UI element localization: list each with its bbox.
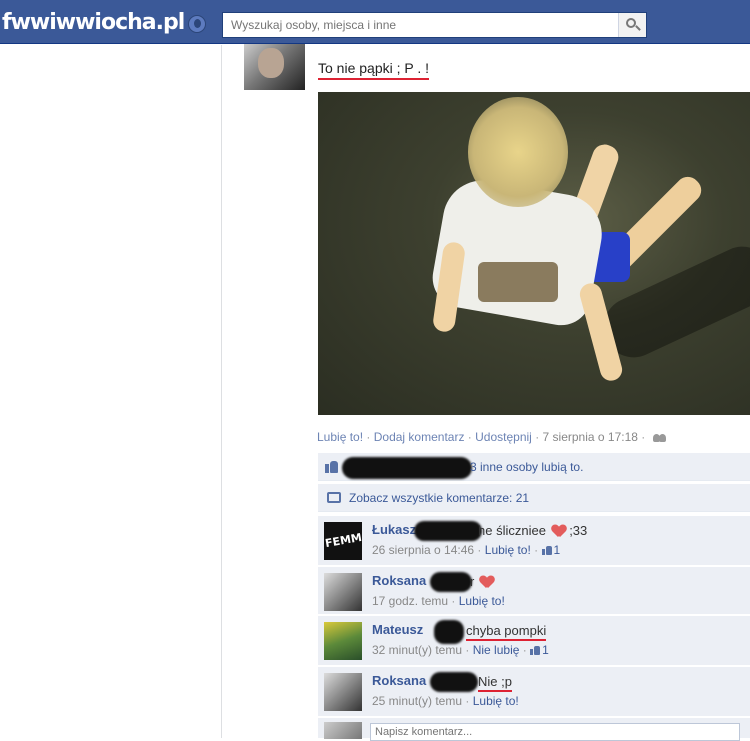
search-button[interactable] bbox=[618, 13, 646, 37]
comment-like-count[interactable]: 1 bbox=[530, 643, 549, 657]
commenter-name[interactable]: Roksana bbox=[372, 573, 426, 588]
comment-like-link[interactable]: Lubię to! bbox=[485, 543, 531, 557]
comment-meta: 17 godz. temu · Lubię to! bbox=[372, 594, 505, 608]
comment-body: he śliczniee ;33 bbox=[478, 523, 588, 538]
commenter-name[interactable]: Roksana bbox=[372, 673, 426, 688]
comment-time[interactable]: 17 godz. temu bbox=[372, 594, 448, 608]
globe-notifications-icon[interactable] bbox=[188, 15, 206, 33]
comment-item: Łukasz he śliczniee ;33 26 sierpnia o 14… bbox=[318, 515, 750, 565]
post-actions: Lubię to! · Dodaj komentarz · Udostępnij… bbox=[317, 430, 667, 444]
post-photo[interactable] bbox=[318, 92, 750, 415]
separator: · bbox=[465, 643, 473, 657]
separator: · bbox=[534, 543, 542, 557]
comment-bubble-icon bbox=[327, 492, 341, 503]
comment-item: Mateusz chyba pompki 32 minut(y) temu · … bbox=[318, 615, 750, 665]
separator: · bbox=[535, 430, 543, 444]
commenter-avatar[interactable] bbox=[324, 622, 362, 660]
commenter-name[interactable]: Łukasz bbox=[372, 522, 416, 537]
separator: · bbox=[465, 694, 473, 708]
thumbs-up-icon bbox=[325, 459, 339, 473]
commenter-avatar[interactable] bbox=[324, 522, 362, 560]
view-all-comments[interactable]: Zobacz wszystkie komentarze: 21 bbox=[318, 484, 750, 512]
comment-meta: 26 sierpnia o 14:46 · Lubię to! · 1 bbox=[372, 543, 560, 557]
comment-like-count[interactable]: 1 bbox=[541, 543, 560, 557]
separator: · bbox=[477, 543, 485, 557]
share-link[interactable]: Udostępnij bbox=[475, 430, 532, 444]
search-box bbox=[222, 12, 647, 38]
commenter-avatar[interactable] bbox=[324, 673, 362, 711]
post-timestamp[interactable]: 7 sierpnia o 17:18 bbox=[543, 430, 638, 444]
thumbs-up-icon bbox=[530, 645, 541, 655]
likes-summary: 3 inne osoby lubią to. bbox=[318, 453, 750, 481]
photo-shirt-print bbox=[478, 262, 558, 302]
like-link[interactable]: Lubię to! bbox=[317, 430, 363, 444]
add-comment-link[interactable]: Dodaj komentarz bbox=[374, 430, 465, 444]
comment-like-link[interactable]: Lubię to! bbox=[473, 694, 519, 708]
comment-body: chyba pompki bbox=[466, 623, 547, 641]
comment-time[interactable]: 25 minut(y) temu bbox=[372, 694, 462, 708]
commenter-name[interactable]: Mateusz bbox=[372, 622, 423, 637]
commenter-avatar[interactable] bbox=[324, 573, 362, 611]
heart-icon bbox=[552, 525, 566, 537]
heart-icon bbox=[480, 576, 494, 588]
comment-meta: 32 minut(y) temu · Nie lubię · 1 bbox=[372, 643, 549, 657]
current-user-avatar bbox=[324, 722, 362, 739]
likes-text[interactable]: 3 inne osoby lubią to. bbox=[470, 460, 583, 474]
site-logo[interactable]: fwwiwwiocha.pl bbox=[2, 10, 185, 35]
censor-blot bbox=[414, 521, 482, 541]
comment-like-link[interactable]: Lubię to! bbox=[459, 594, 505, 608]
comment-meta: 25 minut(y) temu · Lubię to! bbox=[372, 694, 519, 708]
search-icon-handle bbox=[635, 25, 641, 31]
censor-blot bbox=[434, 620, 464, 644]
separator: · bbox=[641, 430, 649, 444]
top-bar: fwwiwwiocha.pl bbox=[0, 0, 750, 44]
view-all-comments-link[interactable]: Zobacz wszystkie komentarze: 21 bbox=[349, 491, 529, 505]
comment-time[interactable]: 26 sierpnia o 14:46 bbox=[372, 543, 474, 557]
photo-blurred-head bbox=[468, 97, 568, 207]
comment-item: Roksana r 17 godz. temu · Lubię to! bbox=[318, 566, 750, 614]
separator: · bbox=[522, 643, 531, 657]
comment-unlike-link[interactable]: Nie lubię bbox=[473, 643, 520, 657]
post-author-avatar[interactable] bbox=[244, 44, 305, 90]
post-text: To nie pąpki ; P . ! bbox=[318, 60, 430, 80]
reply-row bbox=[318, 717, 750, 741]
audience-friends-icon[interactable] bbox=[652, 432, 667, 442]
separator: · bbox=[451, 594, 459, 608]
thumbs-up-icon bbox=[541, 545, 552, 555]
separator: · bbox=[366, 430, 374, 444]
censor-blot bbox=[430, 672, 478, 692]
comment-item: Roksana Nie ;p 25 minut(y) temu · Lubię … bbox=[318, 666, 750, 716]
comment-input[interactable] bbox=[370, 723, 740, 741]
comment-body: r bbox=[470, 574, 494, 589]
censor-blot bbox=[342, 457, 472, 479]
search-input[interactable] bbox=[223, 13, 618, 37]
left-column bbox=[0, 45, 222, 738]
comment-body: Nie ;p bbox=[478, 674, 512, 692]
censor-blot bbox=[430, 572, 472, 592]
comment-time[interactable]: 32 minut(y) temu bbox=[372, 643, 462, 657]
